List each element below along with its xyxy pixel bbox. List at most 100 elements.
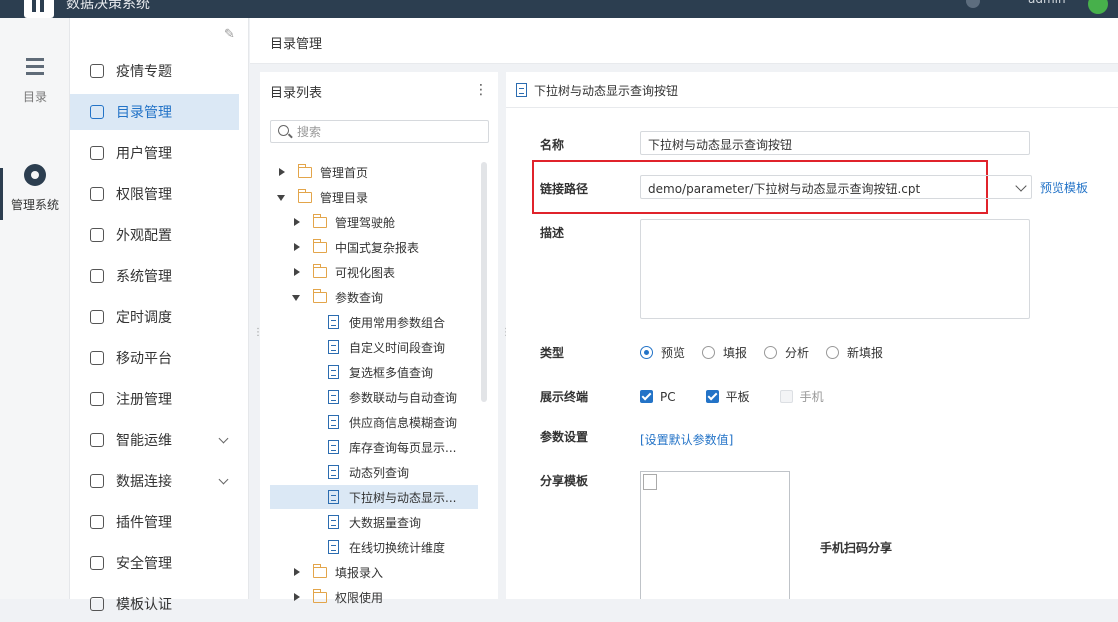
radio-analysis[interactable] xyxy=(764,346,778,359)
tree-scrollbar[interactable] xyxy=(481,162,487,402)
sidebar-item[interactable]: 注册管理 xyxy=(70,381,239,417)
tree-node-label: 管理首页 xyxy=(320,165,369,180)
sidebar-item[interactable]: 权限管理 xyxy=(70,176,239,212)
qr-code-image xyxy=(640,471,790,599)
sidebar-item-label: 数据连接 xyxy=(116,474,172,490)
radio-label: 分析 xyxy=(785,346,810,360)
set-default-params-link[interactable]: [设置默认参数值] xyxy=(640,431,733,448)
caret-right-icon[interactable] xyxy=(291,566,303,578)
sidebar-item-label: 疫情专题 xyxy=(116,64,172,80)
document-icon xyxy=(328,390,339,404)
tree-node[interactable]: 自定义时间段查询 xyxy=(270,335,478,359)
tree-node[interactable]: 管理首页 xyxy=(270,160,478,184)
caret-right-icon[interactable] xyxy=(291,591,303,603)
tree-node[interactable]: 参数查询 xyxy=(270,285,478,309)
tree-node-label: 在线切换统计维度 xyxy=(349,540,446,555)
logo-icon xyxy=(24,0,54,18)
caret-right-icon[interactable] xyxy=(291,266,303,278)
radio-preview[interactable] xyxy=(640,346,653,359)
type-radio-group: 预览 填报 分析 新填报 xyxy=(640,344,900,361)
tree-node[interactable]: 填报录入 xyxy=(270,560,478,584)
tree-node[interactable]: 库存查询每页显示... xyxy=(270,435,478,459)
sidebar-item[interactable]: 系统管理 xyxy=(70,258,239,294)
name-field[interactable]: 下拉树与动态显示查询按钮 xyxy=(640,131,1030,155)
caret-down-icon[interactable] xyxy=(291,291,303,303)
tree-search[interactable] xyxy=(270,120,489,143)
splitter-handle[interactable]: ⋮ xyxy=(253,328,263,344)
tree-node[interactable]: 动态列查询 xyxy=(270,460,478,484)
caret-right-icon[interactable] xyxy=(291,216,303,228)
sidebar-item-label: 权限管理 xyxy=(116,187,172,203)
broken-image-icon xyxy=(643,474,657,490)
avatar[interactable] xyxy=(1088,0,1108,14)
radio-new-fill[interactable] xyxy=(826,346,840,359)
chevron-down-icon xyxy=(1015,180,1027,192)
tree-node[interactable]: 供应商信息模糊查询 xyxy=(270,410,478,434)
pin-icon[interactable]: ✎ xyxy=(224,28,238,42)
more-options-icon[interactable]: ⋮ xyxy=(474,82,488,98)
tree-node[interactable]: 可视化图表 xyxy=(270,260,478,284)
rail-item-directory[interactable]: 目录 xyxy=(0,56,70,105)
tree-node[interactable]: 下拉树与动态显示... xyxy=(270,485,478,509)
sidebar-item[interactable]: 模板认证 xyxy=(70,586,239,622)
sidebar-item[interactable]: 安全管理 xyxy=(70,545,239,581)
search-input[interactable] xyxy=(297,123,482,140)
sidebar-item[interactable]: 目录管理 xyxy=(70,94,239,130)
path-select[interactable]: demo/parameter/下拉树与动态显示查询按钮.cpt xyxy=(640,175,1032,199)
description-label: 描述 xyxy=(540,226,565,240)
tree-node-label: 大数据量查询 xyxy=(349,515,422,530)
sidebar-item-label: 智能运维 xyxy=(116,433,172,449)
checkbox-pc[interactable] xyxy=(640,390,653,403)
puzzle-icon xyxy=(90,515,104,529)
caret-right-icon[interactable] xyxy=(276,166,288,178)
tree-node-label: 下拉树与动态显示... xyxy=(349,490,457,505)
settings-icon xyxy=(90,269,104,283)
page-title: 目录管理 xyxy=(270,37,323,52)
tree-title: 目录列表 xyxy=(270,86,323,101)
tree-node-label: 供应商信息模糊查询 xyxy=(349,415,458,430)
tree-node[interactable]: 复选框多值查询 xyxy=(270,360,478,384)
document-icon xyxy=(328,440,339,454)
tree-node[interactable]: 管理驾驶舱 xyxy=(270,210,478,234)
tree-node[interactable]: 在线切换统计维度 xyxy=(270,535,478,559)
sidebar-item-label: 移动平台 xyxy=(116,351,172,367)
preview-template-link[interactable]: 预览模板 xyxy=(1040,179,1088,196)
description-textarea[interactable] xyxy=(640,219,1030,319)
caret-right-icon[interactable] xyxy=(291,241,303,253)
sidebar-item[interactable]: 数据连接 xyxy=(70,463,239,499)
sidebar-item[interactable]: 智能运维 xyxy=(70,422,239,458)
tree-node[interactable]: 权限使用 xyxy=(270,585,478,609)
sidebar-item[interactable]: 用户管理 xyxy=(70,135,239,171)
tree-node[interactable]: 大数据量查询 xyxy=(270,510,478,534)
document-icon xyxy=(516,83,527,97)
radio-fill[interactable] xyxy=(702,346,716,359)
monitor-icon xyxy=(90,64,104,78)
sidebar-item[interactable]: 疫情专题 xyxy=(70,53,239,89)
notification-icon[interactable] xyxy=(966,0,980,8)
folder-icon xyxy=(298,188,312,203)
sidebar-item[interactable]: 外观配置 xyxy=(70,217,239,253)
caret-down-icon[interactable] xyxy=(276,191,288,203)
tree-node[interactable]: 中国式复杂报表 xyxy=(270,235,478,259)
sidebar-item[interactable]: 插件管理 xyxy=(70,504,239,540)
sidebar: ✎ 疫情专题目录管理用户管理权限管理外观配置系统管理定时调度移动平台注册管理智能… xyxy=(70,18,249,613)
user-name[interactable]: admin xyxy=(1028,0,1066,6)
tree-node[interactable]: 参数联动与自动查询 xyxy=(270,385,478,409)
folder-icon xyxy=(313,213,327,228)
left-rail: 目录 管理系统 xyxy=(0,18,70,599)
document-icon xyxy=(328,315,339,329)
sidebar-item[interactable]: 定时调度 xyxy=(70,299,239,335)
document-icon xyxy=(328,540,339,554)
sidebar-item[interactable]: 移动平台 xyxy=(70,340,239,376)
document-icon xyxy=(328,490,339,504)
folder-icon xyxy=(298,163,312,178)
chevron-down-icon xyxy=(218,433,229,444)
tree-node[interactable]: 管理目录 xyxy=(270,185,478,209)
tree-node-label: 复选框多值查询 xyxy=(349,365,434,380)
checkbox-tablet[interactable] xyxy=(705,390,719,403)
sidebar-item-label: 用户管理 xyxy=(116,146,172,162)
rail-item-management[interactable]: 管理系统 xyxy=(0,164,70,220)
folder-icon xyxy=(313,263,327,278)
tree-node[interactable]: 使用常用参数组合 xyxy=(270,310,478,334)
splitter-handle[interactable]: ⋮ xyxy=(501,328,511,344)
